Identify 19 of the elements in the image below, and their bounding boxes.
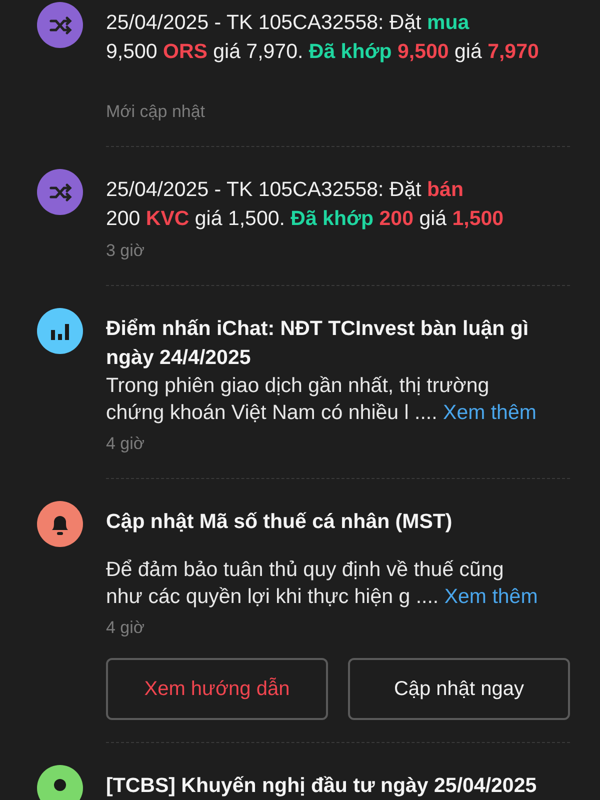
- action-button[interactable]: Cập nhật ngay: [348, 658, 570, 720]
- notification-body-line: chứng khoán Việt Nam có nhiều l .... Xem thêm: [106, 400, 538, 426]
- order-message-line: 200 KVC giá 1,500. Đã khớp 200 giá 1,500: [106, 206, 505, 232]
- timestamp: 4 giờ: [106, 617, 146, 639]
- timestamp: 4 giờ: [106, 433, 146, 455]
- see-more-link[interactable]: Xem thêm: [443, 401, 536, 424]
- notification-body-line: Trong phiên giao dịch gần nhất, thị trường: [106, 373, 490, 399]
- notification-title: Điểm nhấn iChat: NĐT TCInvest bàn luận gì ngày 24/4/2025: [106, 316, 530, 371]
- order-message-line: 25/04/2025 - TK 105CA32558: Đặt bán: [106, 177, 464, 203]
- order-message-line: 25/04/2025 - TK 105CA32558: Đặt mua: [106, 10, 470, 36]
- notification-body-line: như các quyền lợi khi thực hiện g .... Xem thêm: [106, 584, 539, 610]
- order-message-line: 9,500 ORS giá 7,970. Đã khớp 9,500 giá 7,970: [106, 39, 540, 65]
- timestamp: 3 giờ: [106, 240, 146, 262]
- notification-title: [TCBS] Khuyến nghị đầu tư ngày 25/04/2025: [106, 773, 538, 799]
- notification-body-line: Để đảm bảo tuân thủ quy định về thuế cũng: [106, 557, 505, 583]
- action-button[interactable]: Xem hướng dẫn: [106, 658, 328, 720]
- notification-title: Cập nhật Mã số thuế cá nhân (MST): [106, 509, 454, 535]
- timestamp: Mới cập nhật: [106, 101, 206, 123]
- see-more-link[interactable]: Xem thêm: [444, 585, 538, 608]
